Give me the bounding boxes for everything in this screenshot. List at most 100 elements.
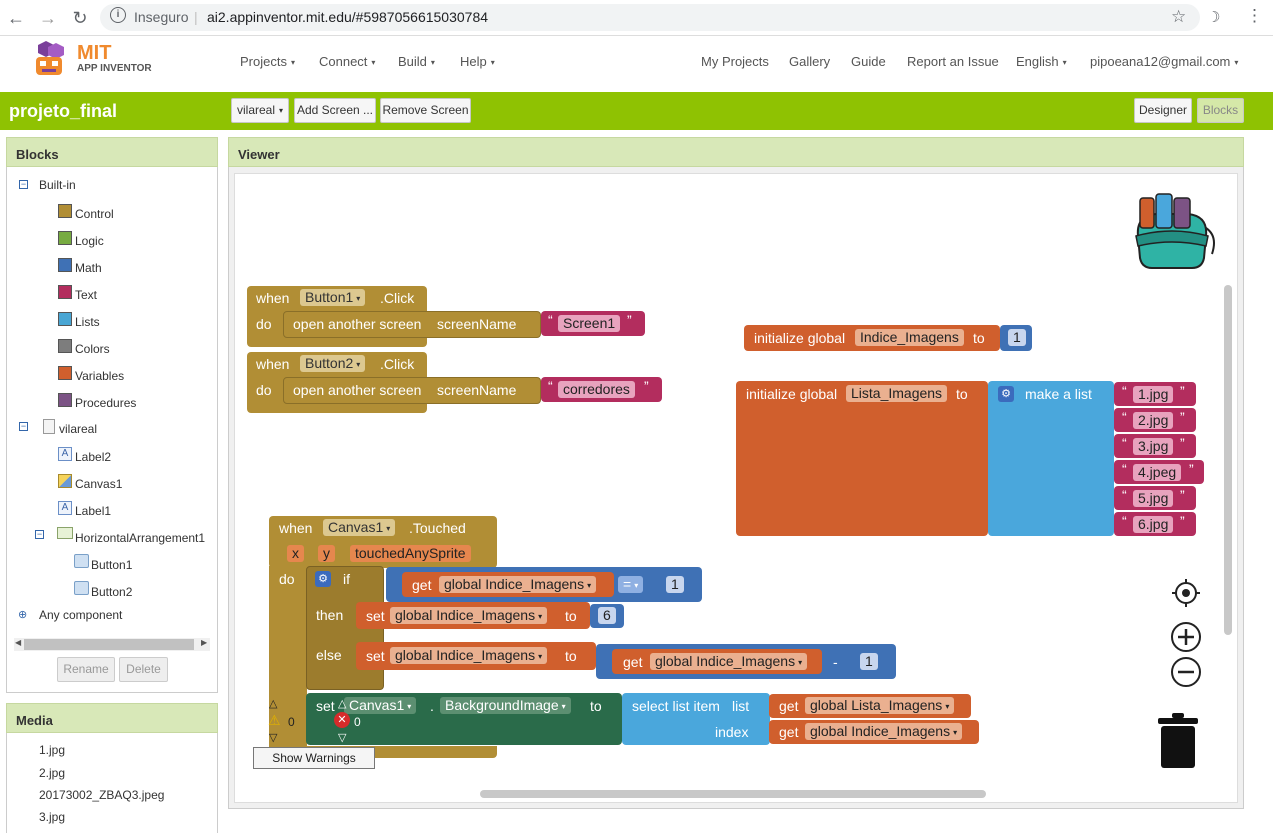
back-icon[interactable]: ← xyxy=(4,6,28,30)
user-menu[interactable]: pipoeana12@gmail.com ▾ xyxy=(1090,54,1238,69)
workspace-horizontal-scrollbar[interactable] xyxy=(480,790,986,798)
operator-dropdown[interactable]: = ▾ xyxy=(618,576,644,593)
tree-canvas1[interactable]: Canvas1 xyxy=(75,477,122,491)
category-lists[interactable]: Lists xyxy=(75,315,100,329)
quote-open: “ xyxy=(1122,435,1127,451)
text-value[interactable]: Screen1 xyxy=(558,315,621,332)
list-item-value[interactable]: 4.jpeg xyxy=(1133,464,1182,481)
tree-screen[interactable]: vilareal xyxy=(59,422,97,436)
screen-selector[interactable]: vilareal ▾ xyxy=(231,98,289,123)
text-value[interactable]: corredores xyxy=(558,381,635,398)
warnings-up-icon[interactable]: △ xyxy=(269,697,277,710)
variable-name-field[interactable]: Indice_Imagens xyxy=(855,329,964,346)
list-item-value[interactable]: 6.jpg xyxy=(1133,516,1174,533)
menu-icon[interactable]: ⋮ xyxy=(1246,6,1263,26)
media-file[interactable]: 1.jpg xyxy=(39,743,65,757)
connect-menu[interactable]: Connect ▾ xyxy=(319,54,375,69)
tree-any-component[interactable]: Any component xyxy=(39,608,122,622)
forward-icon[interactable]: → xyxy=(36,6,60,30)
component-dropdown[interactable]: Canvas1 ▾ xyxy=(344,697,417,714)
language-menu[interactable]: English ▾ xyxy=(1016,54,1067,69)
projects-menu[interactable]: Projects ▾ xyxy=(240,54,295,69)
number-value[interactable]: 1 xyxy=(1008,329,1026,346)
scroll-left-icon[interactable]: ◀ xyxy=(15,638,21,647)
guide-link[interactable]: Guide xyxy=(851,54,886,69)
category-text[interactable]: Text xyxy=(75,288,97,302)
my-projects-link[interactable]: My Projects xyxy=(701,54,769,69)
zoom-in-icon[interactable] xyxy=(1170,621,1202,653)
media-file[interactable]: 2.jpg xyxy=(39,766,65,780)
list-item-value[interactable]: 3.jpg xyxy=(1133,438,1174,455)
variable-dropdown[interactable]: global Indice_Imagens ▾ xyxy=(650,653,808,670)
category-math[interactable]: Math xyxy=(75,261,102,275)
variable-dropdown[interactable]: global Lista_Imagens ▾ xyxy=(805,697,955,714)
tree-button1[interactable]: Button1 xyxy=(91,558,132,572)
variable-dropdown[interactable]: global Indice_Imagens ▾ xyxy=(390,647,548,664)
component-dropdown[interactable]: Button1 ▾ xyxy=(300,289,366,306)
expand-icon[interactable]: ⊕ xyxy=(18,608,27,621)
star-icon[interactable]: ☆ xyxy=(1171,7,1186,27)
number-value[interactable]: 6 xyxy=(598,607,616,624)
init-global-lista-block[interactable] xyxy=(736,381,988,536)
category-logic[interactable]: Logic xyxy=(75,234,104,248)
designer-button[interactable]: Designer xyxy=(1134,98,1192,123)
number-value[interactable]: 1 xyxy=(666,576,684,593)
info-icon[interactable]: i xyxy=(110,7,126,23)
report-issue-link[interactable]: Report an Issue xyxy=(907,54,999,69)
translate-icon[interactable]: ☽ xyxy=(1207,8,1220,26)
show-warnings-button[interactable]: Show Warnings xyxy=(253,747,375,769)
gallery-link[interactable]: Gallery xyxy=(789,54,830,69)
category-variables[interactable]: Variables xyxy=(75,369,124,383)
variable-name-field[interactable]: Lista_Imagens xyxy=(846,385,948,402)
blocks-button[interactable]: Blocks xyxy=(1197,98,1244,123)
to-label: to xyxy=(973,330,985,346)
center-icon[interactable] xyxy=(1171,578,1201,608)
number-value[interactable]: 1 xyxy=(860,653,878,670)
delete-button[interactable]: Delete xyxy=(119,657,168,682)
variable-dropdown[interactable]: global Indice_Imagens ▾ xyxy=(390,607,548,624)
make-a-list-block[interactable] xyxy=(988,381,1114,536)
gear-icon[interactable]: ⚙ xyxy=(315,571,331,587)
tree-button2[interactable]: Button2 xyxy=(91,585,132,599)
tree-horizontal-arrangement1[interactable]: HorizontalArrangement1 xyxy=(75,531,205,545)
gear-icon[interactable]: ⚙ xyxy=(998,386,1014,402)
category-colors[interactable]: Colors xyxy=(75,342,110,356)
media-file[interactable]: 3.jpg xyxy=(39,810,65,824)
param-x[interactable]: x xyxy=(287,545,304,562)
rename-button[interactable]: Rename xyxy=(57,657,115,682)
errors-down-icon[interactable]: ▽ xyxy=(338,731,346,744)
variable-dropdown[interactable]: global Indice_Imagens ▾ xyxy=(805,723,963,740)
tree-label2[interactable]: Label2 xyxy=(75,450,111,464)
zoom-out-icon[interactable] xyxy=(1170,656,1202,688)
collapse-icon[interactable]: − xyxy=(19,180,28,189)
reload-icon[interactable]: ↻ xyxy=(68,6,92,30)
media-file[interactable]: 20173002_ZBAQ3.jpeg xyxy=(39,788,164,802)
remove-screen-button[interactable]: Remove Screen xyxy=(380,98,471,123)
category-control[interactable]: Control xyxy=(75,207,114,221)
url-text[interactable]: ai2.appinventor.mit.edu/#598705661503078… xyxy=(207,9,488,25)
category-procedures[interactable]: Procedures xyxy=(75,396,136,410)
scroll-right-icon[interactable]: ▶ xyxy=(201,638,207,647)
backpack-icon[interactable] xyxy=(1126,188,1218,270)
warnings-down-icon[interactable]: ▽ xyxy=(269,731,277,744)
list-item-value[interactable]: 2.jpg xyxy=(1133,412,1174,429)
param-touched-any-sprite[interactable]: touchedAnySprite xyxy=(350,545,471,562)
tree-label1[interactable]: Label1 xyxy=(75,504,111,518)
scrollbar-thumb[interactable] xyxy=(24,639,194,650)
add-screen-button[interactable]: Add Screen ... xyxy=(294,98,376,123)
errors-up-icon[interactable]: △ xyxy=(338,697,346,710)
workspace-vertical-scrollbar[interactable] xyxy=(1224,285,1232,635)
list-item-value[interactable]: 1.jpg xyxy=(1133,386,1174,403)
help-menu[interactable]: Help ▾ xyxy=(460,54,495,69)
list-item-value[interactable]: 5.jpg xyxy=(1133,490,1174,507)
component-dropdown[interactable]: Canvas1 ▾ xyxy=(323,519,396,536)
collapse-icon[interactable]: − xyxy=(19,422,28,431)
component-dropdown[interactable]: Button2 ▾ xyxy=(300,355,366,372)
collapse-icon[interactable]: − xyxy=(35,530,44,539)
build-menu[interactable]: Build ▾ xyxy=(398,54,435,69)
variable-dropdown[interactable]: global Indice_Imagens ▾ xyxy=(439,576,597,593)
property-dropdown[interactable]: BackgroundImage ▾ xyxy=(440,697,571,714)
param-y[interactable]: y xyxy=(318,545,335,562)
tree-builtin[interactable]: Built-in xyxy=(39,178,76,192)
trash-icon[interactable] xyxy=(1157,712,1199,770)
